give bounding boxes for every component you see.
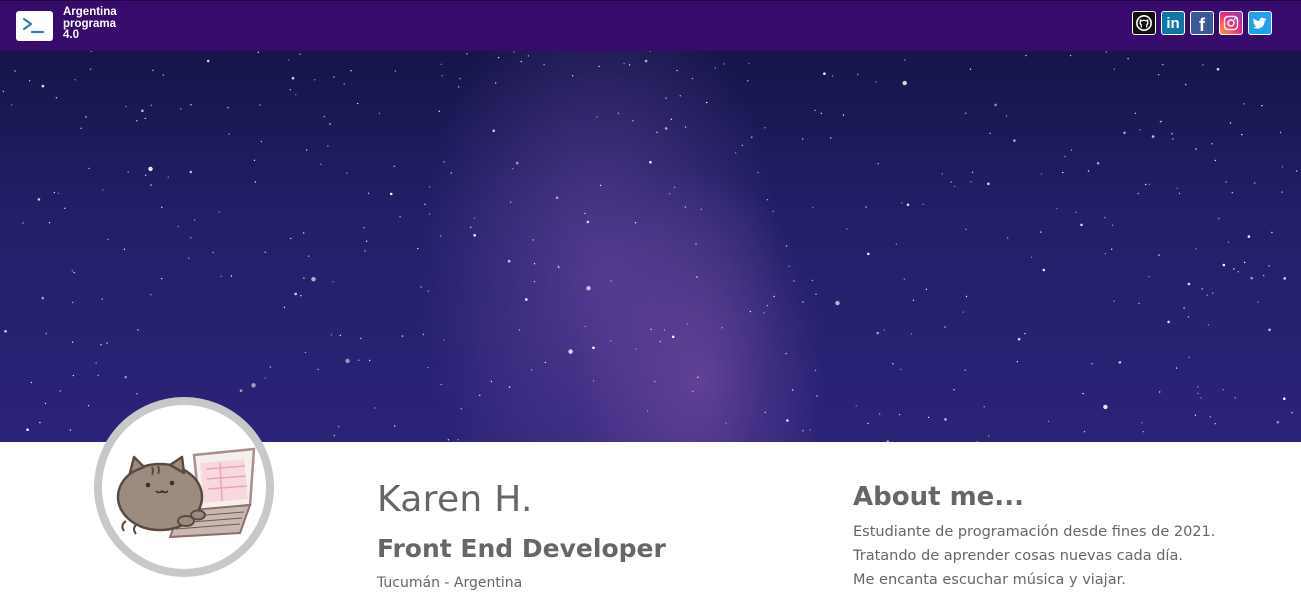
profile-role: Front End Developer xyxy=(377,534,666,563)
brand-logo[interactable]: Argentina programa 4.0 xyxy=(16,6,133,42)
hero-banner xyxy=(0,51,1301,442)
instagram-link[interactable] xyxy=(1219,11,1243,35)
instagram-icon xyxy=(1223,15,1239,31)
about-line: Estudiante de programación desde fines d… xyxy=(853,524,1216,540)
facebook-icon: f xyxy=(1199,15,1205,35)
brand-name: Argentina programa 4.0 xyxy=(63,6,117,41)
cat-laptop-illustration xyxy=(116,447,256,539)
profile-location: Tucumán - Argentina xyxy=(377,575,523,591)
linkedin-icon: in xyxy=(1166,14,1180,32)
terminal-prompt-icon xyxy=(16,11,53,41)
about-line: Tratando de aprender cosas nuevas cada d… xyxy=(853,548,1183,564)
social-links: in f xyxy=(1132,11,1272,35)
about-line: Me encanta escuchar música y viajar. xyxy=(853,572,1126,588)
about-text: Estudiante de programación desde fines d… xyxy=(853,520,1215,592)
profile-avatar xyxy=(94,397,274,577)
top-navbar: Argentina programa 4.0 in f xyxy=(0,0,1301,51)
about-title: About me... xyxy=(853,482,1024,512)
starry-sky-image xyxy=(2,51,1298,442)
linkedin-link[interactable]: in xyxy=(1161,11,1185,35)
twitter-link[interactable] xyxy=(1248,11,1272,35)
github-icon xyxy=(1136,15,1152,31)
github-link[interactable] xyxy=(1132,11,1156,35)
facebook-link[interactable]: f xyxy=(1190,11,1214,35)
twitter-icon xyxy=(1253,17,1267,29)
profile-name: Karen H. xyxy=(377,479,533,520)
